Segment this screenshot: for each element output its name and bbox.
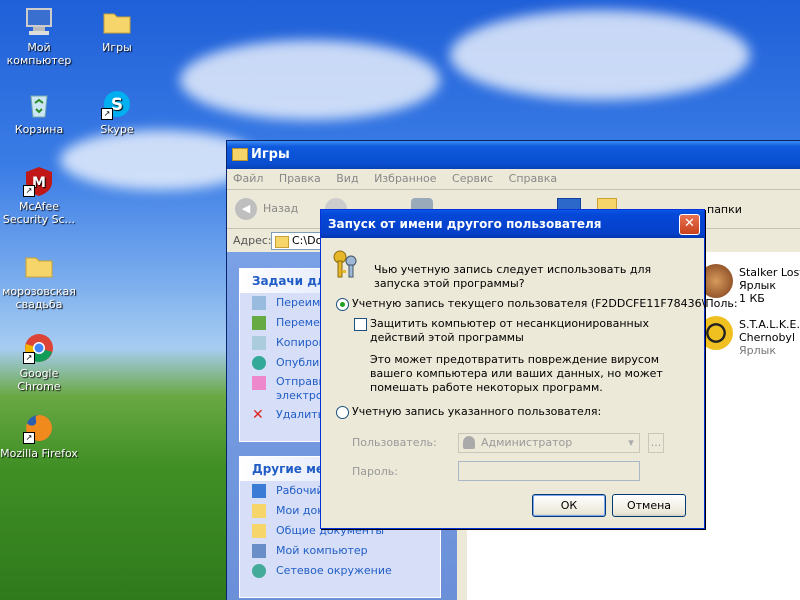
file-size: 1 КБ xyxy=(739,292,765,305)
chrome-icon: ↗ xyxy=(23,332,55,364)
user-select[interactable]: Администратор ▾ xyxy=(458,433,640,453)
cloud xyxy=(180,40,440,120)
dialog-prompt: Чью учетную запись следует использовать … xyxy=(374,263,652,290)
desktop-icon-label: Mozilla Firefox xyxy=(0,447,78,460)
desktop: Мой компьютер Игры Корзина S ↗ Skype M ↗… xyxy=(0,0,800,600)
rename-icon xyxy=(252,296,266,310)
desktop-icon-mcafee[interactable]: M ↗ McAfee Security Sc... xyxy=(0,165,78,226)
chevron-down-icon: ▾ xyxy=(628,436,634,449)
address-label: Адрес: xyxy=(233,234,272,247)
folder-icon xyxy=(101,6,133,38)
network-icon xyxy=(252,564,266,578)
folder-icon xyxy=(275,236,289,248)
my-computer-icon xyxy=(23,6,55,38)
radio-current-user-label[interactable]: Учетную запись текущего пользователя (F2… xyxy=(352,297,738,311)
desktop-icon-skype[interactable]: S ↗ Skype xyxy=(78,88,156,136)
file-type: Ярлык xyxy=(739,344,776,357)
folder-icon xyxy=(232,148,248,161)
desktop-icon-firefox[interactable]: ↗ Mozilla Firefox xyxy=(0,412,78,460)
protect-checkbox[interactable] xyxy=(354,318,367,331)
radio-specified-user[interactable] xyxy=(336,406,349,419)
menu-favorites[interactable]: Избранное xyxy=(374,172,436,185)
firefox-icon: ↗ xyxy=(23,412,55,444)
file-type: Ярлык xyxy=(739,279,776,292)
desktop-icon-label: Мой компьютер xyxy=(6,41,72,67)
cancel-button[interactable]: Отмена xyxy=(612,494,686,517)
desktop-icon-label: морозовская свадьба xyxy=(2,285,76,311)
explorer-title-bar[interactable]: Игры xyxy=(227,141,800,169)
desktop-icon-label: Корзина xyxy=(14,123,64,136)
desktop-icon-label: McAfee Security Sc... xyxy=(2,200,76,226)
delete-icon: ✕ xyxy=(252,407,264,423)
close-button[interactable]: ✕ xyxy=(679,214,700,235)
desktop-icon-chrome[interactable]: ↗ Google Chrome xyxy=(0,332,78,393)
desktop-icon xyxy=(252,484,266,498)
menu-file[interactable]: Файл xyxy=(233,172,263,185)
folder-icon xyxy=(252,504,266,518)
place-network[interactable]: Сетевое окружение xyxy=(240,561,440,581)
back-button-label[interactable]: Назад xyxy=(263,202,298,215)
email-icon xyxy=(252,376,266,390)
desktop-icon-label: Skype xyxy=(100,123,134,136)
recycle-bin-icon xyxy=(23,88,55,120)
copy-icon xyxy=(252,336,266,350)
my-computer-icon xyxy=(252,544,266,558)
password-label: Пароль: xyxy=(352,465,398,478)
file-name: S.T.A.L.K.E. xyxy=(739,318,800,331)
radio-current-user[interactable] xyxy=(336,298,349,311)
desktop-icon-games[interactable]: Игры xyxy=(78,6,156,54)
protect-checkbox-label[interactable]: Защитить компьютер от несанкционированны… xyxy=(370,317,680,345)
file-subname: Chernobyl xyxy=(739,331,795,344)
user-select-value: Администратор xyxy=(481,436,573,449)
desktop-icon-label: Игры xyxy=(102,41,132,54)
menu-view[interactable]: Вид xyxy=(336,172,358,185)
user-icon xyxy=(463,436,475,449)
user-label: Пользователь: xyxy=(352,436,437,449)
file-name: Stalker Lost xyxy=(739,266,800,279)
menu-tools[interactable]: Сервис xyxy=(452,172,493,185)
desktop-icon-recycle-bin[interactable]: Корзина xyxy=(0,88,78,136)
folder-icon xyxy=(23,250,55,282)
explorer-menu-bar: Файл Правка Вид Избранное Сервис Справка xyxy=(227,169,800,190)
cloud xyxy=(450,10,750,100)
folders-button-label[interactable]: папки xyxy=(707,203,742,216)
move-icon xyxy=(252,316,266,330)
place-my-computer[interactable]: Мой компьютер xyxy=(240,541,440,561)
shortcut-arrow-icon: ↗ xyxy=(23,185,35,197)
skype-icon: S ↗ xyxy=(101,88,133,120)
folder-icon xyxy=(252,524,266,538)
explorer-title: Игры xyxy=(251,147,290,162)
password-input[interactable] xyxy=(458,461,640,481)
desktop-icon-my-computer[interactable]: Мой компьютер xyxy=(0,6,78,67)
shortcut-arrow-icon: ↗ xyxy=(23,352,35,364)
desktop-icon-label: Google Chrome xyxy=(17,367,61,393)
menu-help[interactable]: Справка xyxy=(509,172,557,185)
dialog-title: Запуск от имени другого пользователя xyxy=(328,217,602,231)
ok-button[interactable]: ОК xyxy=(532,494,606,517)
run-as-dialog: Запуск от имени другого пользователя ✕ Ч… xyxy=(320,209,738,529)
shortcut-arrow-icon: ↗ xyxy=(101,108,113,120)
back-arrow-icon[interactable]: ◀ xyxy=(235,198,257,220)
protect-note: Это может предотвратить повреждение виру… xyxy=(370,353,663,394)
dialog-title-bar[interactable]: Запуск от имени другого пользователя ✕ xyxy=(321,210,704,238)
browse-button[interactable]: ... xyxy=(648,433,664,453)
keys-icon xyxy=(331,248,361,278)
address-value: C:\Do xyxy=(292,234,323,247)
publish-icon xyxy=(252,356,266,370)
shortcut-arrow-icon: ↗ xyxy=(23,432,35,444)
menu-edit[interactable]: Правка xyxy=(279,172,321,185)
desktop-icon-wedding-folder[interactable]: морозовская свадьба xyxy=(0,250,78,311)
radio-specified-user-label[interactable]: Учетную запись указанного пользователя: xyxy=(352,405,601,419)
mcafee-icon: M ↗ xyxy=(23,165,55,197)
close-icon: ✕ xyxy=(684,216,695,231)
